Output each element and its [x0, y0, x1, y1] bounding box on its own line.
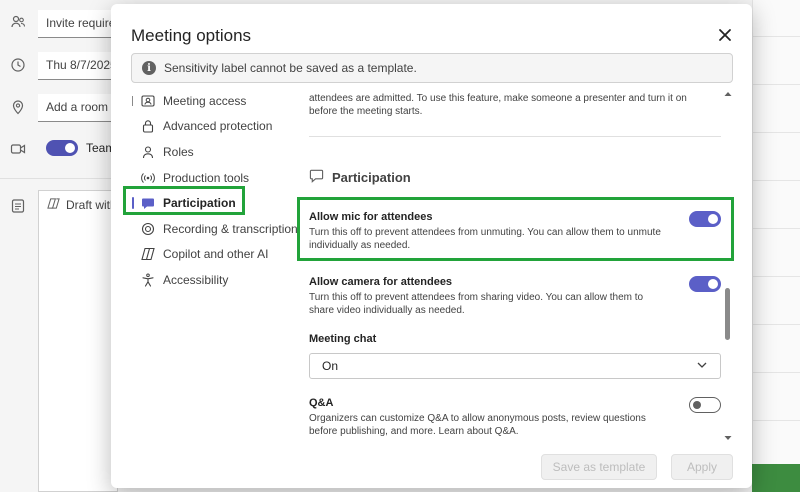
nav-label: Roles: [163, 144, 194, 159]
info-icon: i: [142, 61, 156, 75]
divider: [0, 178, 120, 179]
nav-item-accessibility[interactable]: Accessibility: [131, 267, 301, 293]
location-icon: [10, 99, 26, 115]
participation-section-heading: Participation: [309, 168, 411, 186]
chat-bubble-icon: [309, 168, 324, 186]
meeting-options-dialog: Meeting options i Sensitivity label cann…: [111, 4, 752, 488]
meeting-details-editor[interactable]: [38, 190, 118, 492]
dialog-title: Meeting options: [131, 26, 252, 45]
lobby-description: attendees are admitted. To use this feat…: [309, 93, 687, 117]
calendar-gridline: [752, 324, 800, 325]
calendar-gridline: [752, 132, 800, 133]
nav-item-participation[interactable]: Participation: [131, 190, 301, 216]
nav-item-advanced-protection[interactable]: Advanced protection: [131, 114, 301, 140]
nav-label: Accessibility: [163, 272, 229, 287]
nav-item-copilot[interactable]: Copilot and other AI: [131, 242, 301, 268]
calendar-gridline: [752, 36, 800, 37]
calendar-gridline: [752, 84, 800, 85]
options-content: attendees are admitted. To use this feat…: [309, 84, 721, 444]
record-icon: [141, 222, 155, 236]
calendar-gridline: [752, 420, 800, 421]
nav-item-roles[interactable]: Roles: [131, 139, 301, 165]
calendar-event-block[interactable]: [752, 464, 800, 492]
person-icon: [141, 145, 155, 159]
broadcast-icon: [141, 171, 155, 185]
setting-title: Meeting chat: [309, 333, 377, 345]
draft-label: Draft with: [66, 198, 117, 212]
setting-allow-mic: Allow mic for attendees Turn this off to…: [309, 211, 721, 252]
sensitivity-banner: i Sensitivity label cannot be saved as a…: [131, 53, 733, 83]
nav-tick: [132, 95, 133, 106]
calendar-side-panel: [752, 0, 800, 492]
nav-label: Advanced protection: [163, 119, 273, 134]
nav-item-meeting-access[interactable]: Meeting access: [131, 88, 301, 114]
people-icon: [10, 14, 26, 30]
calendar-gridline: [752, 180, 800, 181]
banner-text: Sensitivity label cannot be saved as a t…: [164, 61, 417, 75]
close-icon[interactable]: [716, 26, 734, 44]
setting-title: Allow camera for attendees: [309, 276, 453, 288]
setting-description: Turn this off to prevent attendees from …: [309, 227, 661, 251]
setting-title: Allow mic for attendees: [309, 211, 433, 223]
apply-button[interactable]: Apply: [671, 454, 733, 480]
person-badge-icon: [141, 94, 155, 108]
section-title: Participation: [332, 169, 411, 185]
setting-description: Organizers can customize Q&A to allow an…: [309, 413, 646, 437]
qa-toggle[interactable]: [689, 397, 721, 413]
teams-meeting-toggle[interactable]: [46, 140, 78, 156]
allow-mic-toggle[interactable]: [689, 211, 721, 227]
accessibility-icon: [141, 273, 155, 287]
save-as-template-button[interactable]: Save as template: [541, 454, 657, 480]
meeting-chat-dropdown[interactable]: On: [309, 353, 721, 379]
lock-icon: [141, 119, 155, 133]
nav-label: Recording & transcription: [163, 221, 298, 236]
scroll-up-arrow-icon[interactable]: [723, 88, 733, 98]
nav-label: Participation: [163, 196, 236, 211]
dropdown-value: On: [322, 359, 339, 373]
section-divider: [309, 136, 721, 137]
chat-bubble-icon: [141, 196, 155, 210]
setting-title: Q&A: [309, 397, 334, 409]
setting-qa: Q&A Organizers can customize Q&A to allo…: [309, 397, 721, 438]
notes-icon: [10, 198, 26, 214]
scrollbar-thumb[interactable]: [725, 288, 730, 340]
scroll-down-arrow-icon[interactable]: [723, 432, 733, 442]
nav-label: Copilot and other AI: [163, 247, 269, 262]
nav-label: Production tools: [163, 170, 250, 185]
options-nav: Meeting access Advanced protection Roles…: [131, 88, 301, 293]
active-indicator: [132, 197, 134, 210]
allow-camera-toggle[interactable]: [689, 276, 721, 292]
calendar-gridline: [752, 276, 800, 277]
nav-label: Meeting access: [163, 93, 247, 108]
clock-icon: [10, 57, 26, 73]
setting-meeting-chat: Meeting chat: [309, 333, 721, 345]
setting-allow-camera: Allow camera for attendees Turn this off…: [309, 276, 721, 317]
nav-item-production-tools[interactable]: Production tools: [131, 165, 301, 191]
nav-item-recording-transcription[interactable]: Recording & transcription: [131, 216, 301, 242]
setting-description: Turn this off to prevent attendees from …: [309, 292, 644, 316]
copilot-icon: [141, 247, 155, 261]
calendar-gridline: [752, 372, 800, 373]
video-icon: [10, 141, 26, 157]
chevron-down-icon: [696, 359, 708, 374]
calendar-gridline: [752, 228, 800, 229]
copilot-icon: [47, 197, 60, 213]
draft-with-copilot[interactable]: Draft with: [47, 197, 117, 213]
